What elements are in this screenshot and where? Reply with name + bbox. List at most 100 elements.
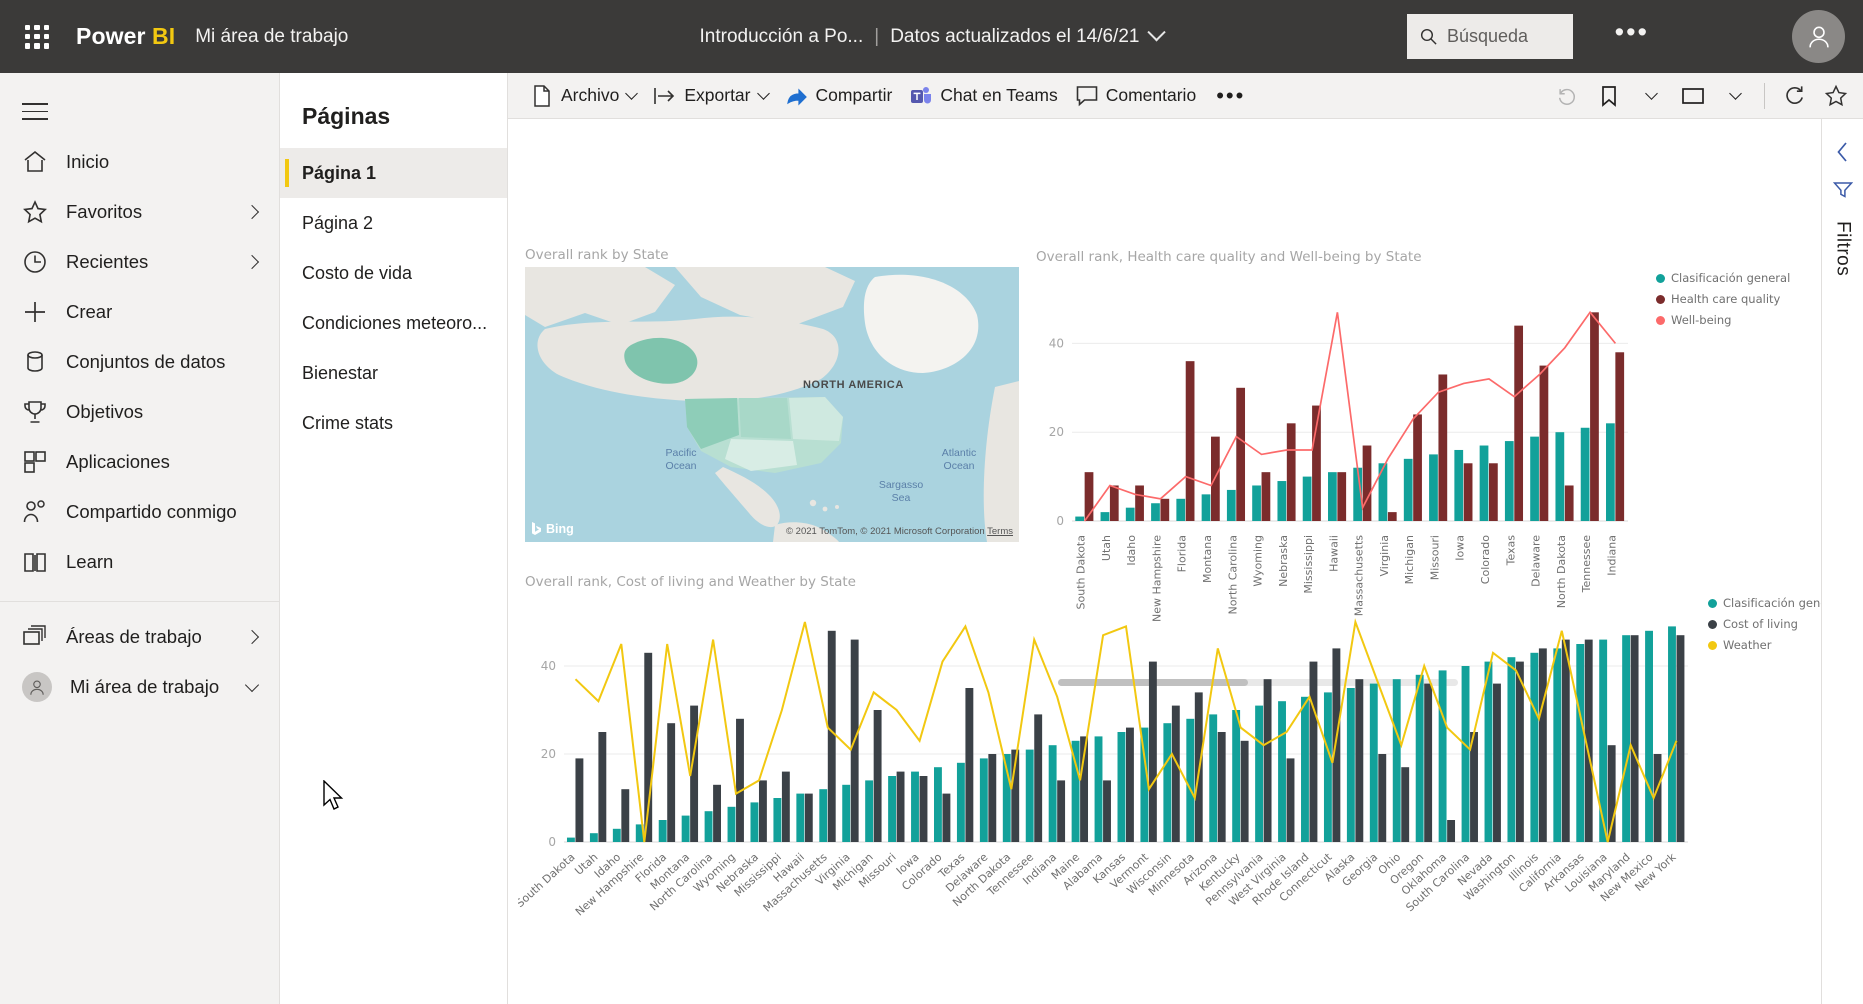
chart-bar[interactable] bbox=[1286, 758, 1295, 842]
chart-bar[interactable] bbox=[842, 784, 851, 842]
chart-bar[interactable] bbox=[1438, 670, 1447, 842]
chart-bar[interactable] bbox=[1163, 723, 1172, 842]
page-item-1[interactable]: Página 1 bbox=[280, 148, 507, 198]
chart-bar[interactable] bbox=[1255, 705, 1264, 842]
chart-bar[interactable] bbox=[1645, 630, 1653, 842]
chart-bar[interactable] bbox=[911, 771, 919, 842]
chart-bar[interactable] bbox=[727, 806, 736, 842]
chart-bar[interactable] bbox=[1217, 732, 1226, 842]
chart-bar[interactable] bbox=[1615, 352, 1625, 521]
chart-bar[interactable] bbox=[1346, 688, 1355, 842]
bing-logo-icon[interactable]: Bing bbox=[531, 521, 574, 536]
chart-bar[interactable] bbox=[1252, 485, 1261, 521]
map-visual[interactable]: NORTH AMERICA Pacific Ocean Atlantic Ocean… bbox=[525, 267, 1019, 542]
chart-bar[interactable] bbox=[589, 833, 598, 842]
chart-bar[interactable] bbox=[1378, 754, 1387, 842]
chart-bar[interactable] bbox=[1539, 365, 1549, 521]
chart-bar[interactable] bbox=[1668, 626, 1676, 842]
chart-bar[interactable] bbox=[1094, 736, 1103, 842]
chevron-right-icon[interactable] bbox=[244, 204, 260, 220]
chart-bar[interactable] bbox=[1261, 472, 1271, 521]
chart-bar[interactable] bbox=[873, 710, 882, 842]
chart-bar[interactable] bbox=[1489, 463, 1498, 521]
sidebar-item-inicio[interactable]: Inicio bbox=[0, 137, 279, 187]
chart-bar[interactable] bbox=[750, 802, 759, 842]
chart-bar[interactable] bbox=[566, 837, 575, 842]
chart-bar[interactable] bbox=[1479, 445, 1489, 521]
chart-bar[interactable] bbox=[1126, 727, 1134, 842]
sidebar-workspace-list[interactable]: Áreas de trabajo bbox=[0, 612, 279, 662]
chart-bar[interactable] bbox=[1484, 661, 1493, 842]
chart-bar[interactable] bbox=[1630, 635, 1639, 842]
chart-bar[interactable] bbox=[1048, 745, 1057, 842]
toolbar-archivo[interactable]: Archivo bbox=[522, 78, 645, 114]
chart-bar[interactable] bbox=[1538, 648, 1547, 842]
chevron-down-icon[interactable] bbox=[1147, 23, 1167, 42]
legend-item[interactable]: Health care quality bbox=[1656, 292, 1790, 306]
toolbar-comentario[interactable]: Comentario bbox=[1067, 78, 1205, 114]
page-item-3[interactable]: Costo de vida bbox=[280, 248, 507, 298]
chevron-right-icon[interactable] bbox=[244, 629, 260, 645]
sidebar-item-objetivos[interactable]: Objetivos bbox=[0, 387, 279, 437]
hamburger-menu-icon[interactable] bbox=[22, 103, 48, 121]
chart-bar[interactable] bbox=[1622, 635, 1631, 842]
chart-bar[interactable] bbox=[658, 820, 667, 842]
chart-bar[interactable] bbox=[1392, 679, 1401, 842]
view-chevron-down-icon[interactable] bbox=[1716, 78, 1754, 114]
sidebar-item-aplicaciones[interactable]: Aplicaciones bbox=[0, 437, 279, 487]
chart-bar[interactable] bbox=[1075, 516, 1085, 521]
chart-bar[interactable] bbox=[1653, 754, 1662, 842]
legend-item[interactable]: Clasificación general bbox=[1708, 596, 1821, 610]
chart-bar[interactable] bbox=[804, 793, 813, 842]
chart-bar[interactable] bbox=[1125, 507, 1135, 521]
chart-bar[interactable] bbox=[796, 793, 805, 842]
chart-bar[interactable] bbox=[1176, 498, 1186, 521]
chart-bar[interactable] bbox=[1447, 820, 1456, 842]
chart-bar[interactable] bbox=[1117, 732, 1126, 842]
chevron-down-icon[interactable] bbox=[625, 87, 639, 100]
chart-bar[interactable] bbox=[1461, 666, 1470, 842]
chart-bar[interactable] bbox=[1424, 683, 1433, 842]
chart-bar[interactable] bbox=[1151, 503, 1160, 521]
chart-cost-weather-visual[interactable]: Overall rank, Cost of living and Weather… bbox=[518, 574, 1821, 999]
chart-bar[interactable] bbox=[1564, 485, 1574, 521]
chart-bar[interactable] bbox=[1226, 489, 1236, 521]
chart-bar[interactable] bbox=[1493, 683, 1501, 842]
map-terms-link[interactable]: Terms bbox=[987, 526, 1013, 537]
chart-bar[interactable] bbox=[704, 811, 713, 842]
legend-item[interactable]: Well-being bbox=[1656, 313, 1790, 327]
chart-bar[interactable] bbox=[1278, 701, 1286, 842]
chart-bar[interactable] bbox=[1337, 472, 1347, 521]
power-bi-logo[interactable]: Power BI bbox=[76, 23, 175, 50]
filter-funnel-icon[interactable] bbox=[1832, 181, 1853, 199]
header-more-options-button[interactable]: ••• bbox=[1615, 19, 1649, 46]
chart-bar[interactable] bbox=[896, 771, 905, 842]
chart-bar[interactable] bbox=[1555, 432, 1565, 521]
chart-bar[interactable] bbox=[1286, 423, 1296, 521]
chart-bar[interactable] bbox=[1553, 648, 1562, 842]
bookmark-chevron-down-icon[interactable] bbox=[1632, 78, 1670, 114]
chart-bar[interactable] bbox=[956, 762, 965, 842]
chart-bar[interactable] bbox=[1140, 727, 1149, 842]
chart-bar[interactable] bbox=[758, 780, 767, 842]
chart-bar[interactable] bbox=[1530, 652, 1539, 842]
chart-bar[interactable] bbox=[1323, 692, 1332, 842]
chart-bar[interactable] bbox=[1186, 718, 1195, 842]
chart-bar[interactable] bbox=[1236, 387, 1246, 521]
chart-bar[interactable] bbox=[1277, 481, 1287, 521]
toolbar-compartir[interactable]: Compartir bbox=[777, 78, 902, 114]
toolbar-more-button[interactable]: ••• bbox=[1207, 78, 1254, 114]
sidebar-item-compartido-conmigo[interactable]: Compartido conmigo bbox=[0, 487, 279, 537]
legend-item[interactable]: Clasificación general bbox=[1656, 271, 1790, 285]
chart-bar[interactable] bbox=[965, 688, 974, 842]
refresh-icon[interactable] bbox=[1775, 78, 1813, 114]
chart-bar[interactable] bbox=[1302, 476, 1312, 521]
chart-bar[interactable] bbox=[1263, 679, 1272, 842]
chart-bar[interactable] bbox=[1103, 780, 1111, 842]
reset-icon[interactable] bbox=[1548, 78, 1586, 114]
chart-bar[interactable] bbox=[1025, 749, 1034, 842]
chart-bar[interactable] bbox=[819, 789, 828, 842]
chart-bar[interactable] bbox=[1148, 661, 1157, 842]
chart-bar[interactable] bbox=[827, 630, 836, 842]
chart-bar[interactable] bbox=[1160, 498, 1170, 521]
